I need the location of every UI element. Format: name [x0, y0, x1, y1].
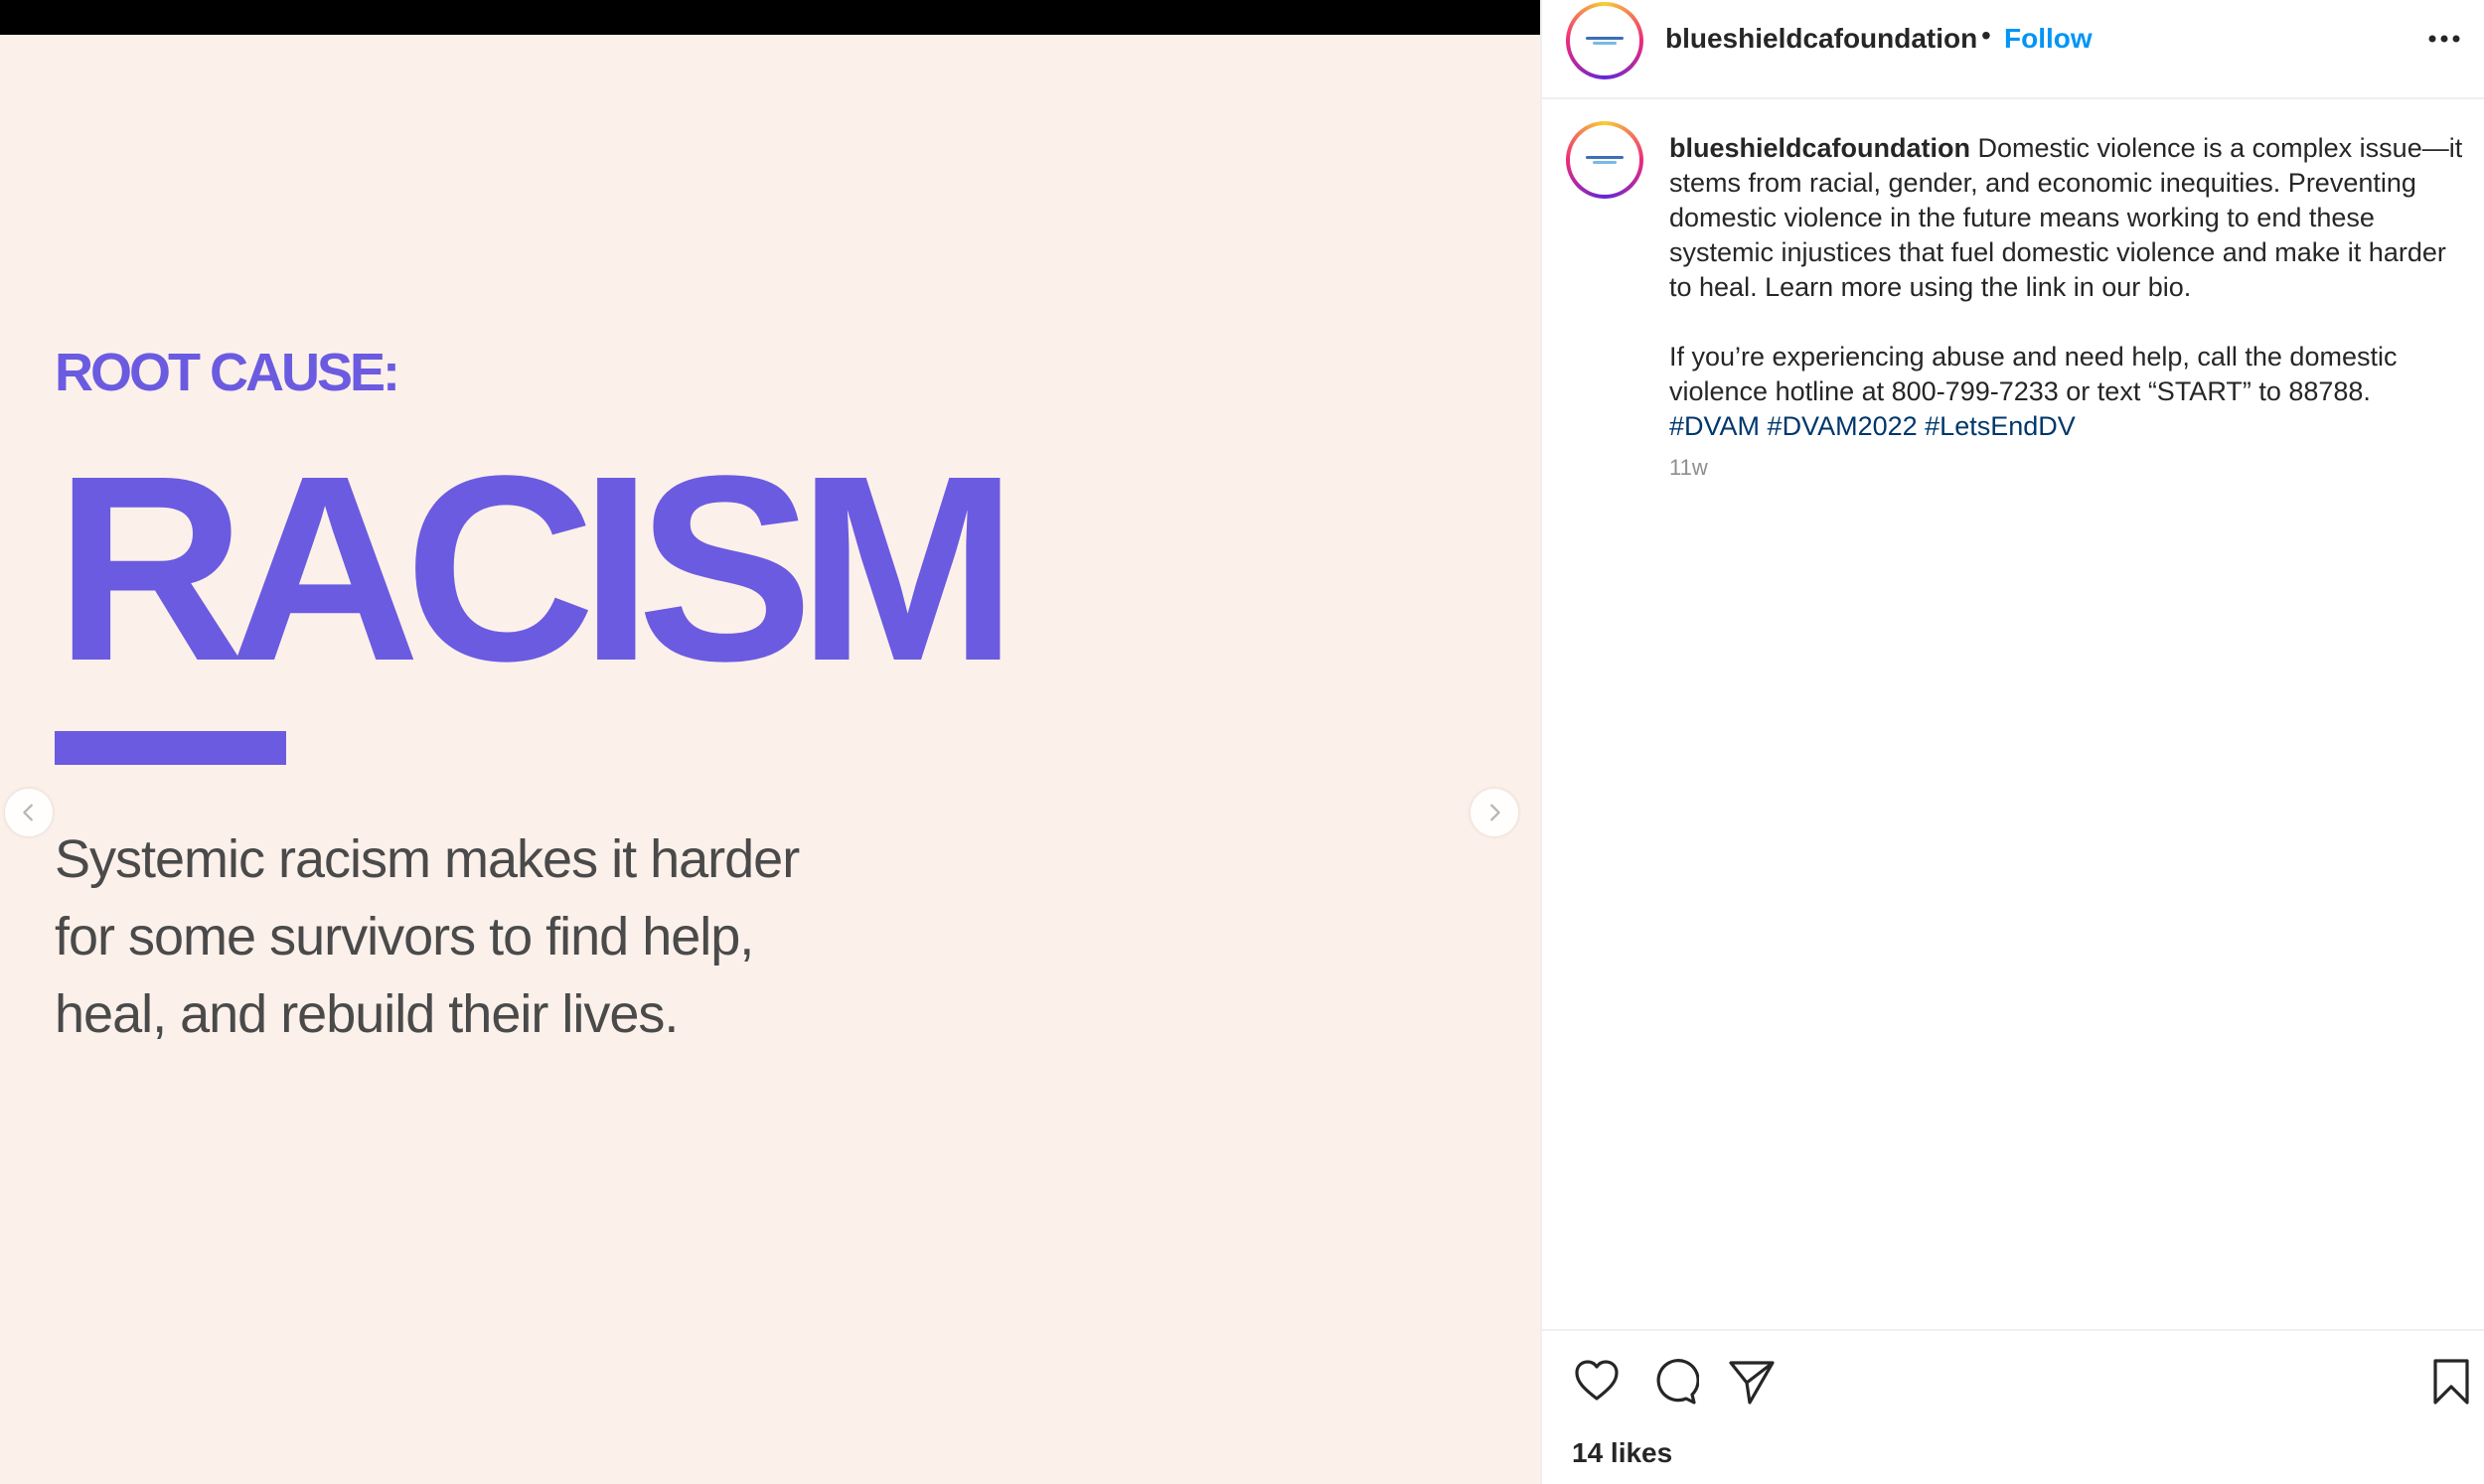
- comment-icon[interactable]: [1649, 1357, 1699, 1407]
- chevron-right-icon: [1490, 804, 1500, 821]
- heart-icon[interactable]: [1572, 1357, 1622, 1407]
- caption-username-link[interactable]: blueshieldcafoundation: [1669, 133, 1970, 163]
- bookmark-icon[interactable]: [2426, 1357, 2476, 1407]
- caption-hotline-text: If you’re experiencing abuse and need he…: [1669, 342, 2398, 406]
- hashtag-link[interactable]: #DVAM2022: [1768, 411, 1918, 441]
- hashtag-link[interactable]: #LetsEndDV: [1925, 411, 2076, 441]
- slide-title: RACISM: [55, 421, 1017, 716]
- post-timestamp[interactable]: 11w: [1669, 455, 1708, 481]
- slide-eyebrow: ROOT CAUSE:: [55, 343, 400, 402]
- post-side-panel: blueshieldcafoundation • Follow blueshie…: [1540, 0, 2484, 1484]
- media-top-bar: [0, 0, 1540, 35]
- post-caption: blueshieldcafoundation Domestic violence…: [1669, 131, 2464, 444]
- slide-divider-bar: [55, 731, 286, 765]
- caption-avatar[interactable]: [1566, 121, 1643, 199]
- caption-text-paragraph-2: If you’re experiencing abuse and need he…: [1669, 340, 2464, 444]
- carousel-next-button[interactable]: [1471, 789, 1518, 836]
- header-separator: •: [1981, 20, 1991, 51]
- likes-count[interactable]: 14 likes: [1572, 1437, 1672, 1469]
- avatar-logo: [1570, 125, 1639, 195]
- hashtag-link[interactable]: #DVAM: [1669, 411, 1760, 441]
- header-username-link[interactable]: blueshieldcafoundation: [1665, 23, 1977, 55]
- avatar-logo: [1570, 6, 1639, 75]
- slide-body-text: Systemic racism makes it harder for some…: [55, 829, 800, 1044]
- avatar[interactable]: [1566, 2, 1643, 79]
- post-header: blueshieldcafoundation • Follow: [1542, 0, 2484, 99]
- carousel-prev-button[interactable]: [5, 789, 53, 836]
- hashtag-list: #DVAM #DVAM2022 #LetsEndDV: [1669, 411, 2076, 441]
- post-media: ROOT CAUSE: RACISM Systemic racism makes…: [0, 0, 1540, 1484]
- share-icon[interactable]: [1727, 1357, 1777, 1407]
- more-horizontal-icon[interactable]: [2424, 24, 2464, 54]
- post-viewer: ROOT CAUSE: RACISM Systemic racism makes…: [0, 0, 2484, 1484]
- actions-divider: [1542, 1329, 2484, 1331]
- chevron-left-icon: [23, 804, 33, 821]
- follow-button[interactable]: Follow: [2004, 23, 2093, 55]
